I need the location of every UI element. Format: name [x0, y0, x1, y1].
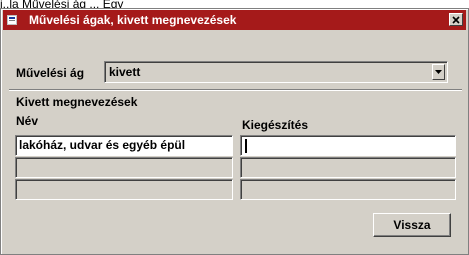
kiegeszites-field-2[interactable] [240, 157, 456, 178]
background-window-text: i..la Művelési ág ... Egy [0, 0, 124, 8]
app-icon[interactable] [5, 13, 19, 27]
muvelesi-ag-select[interactable]: kivett [104, 61, 448, 83]
separator [9, 89, 462, 91]
nev-field-3[interactable] [15, 179, 233, 200]
nev-field-2[interactable] [15, 157, 233, 178]
kiegeszites-column-header: Kiegészítés [242, 118, 309, 132]
muvelesi-ag-value: kivett [109, 65, 141, 79]
chevron-down-icon[interactable] [432, 64, 445, 80]
text-caret [245, 138, 247, 153]
kiegeszites-field-3[interactable] [240, 179, 456, 200]
nev-field-1[interactable]: lakóház, udvar és egyéb épül [15, 135, 233, 156]
section-title: Kivett megnevezések [16, 95, 138, 109]
window-title: Művelési ágak, kivett megnevezések [29, 13, 237, 27]
vissza-button[interactable]: Vissza [373, 213, 451, 237]
muvelesi-ag-label: Művelési ág [16, 66, 85, 80]
nev-column-header: Név [16, 114, 39, 128]
close-icon[interactable] [449, 13, 463, 26]
title-bar[interactable]: Művelési ágak, kivett megnevezések [3, 10, 466, 30]
dialog-window: Művelési ágak, kivett megnevezések Művel… [0, 8, 469, 255]
kiegeszites-field-1[interactable] [240, 135, 456, 156]
